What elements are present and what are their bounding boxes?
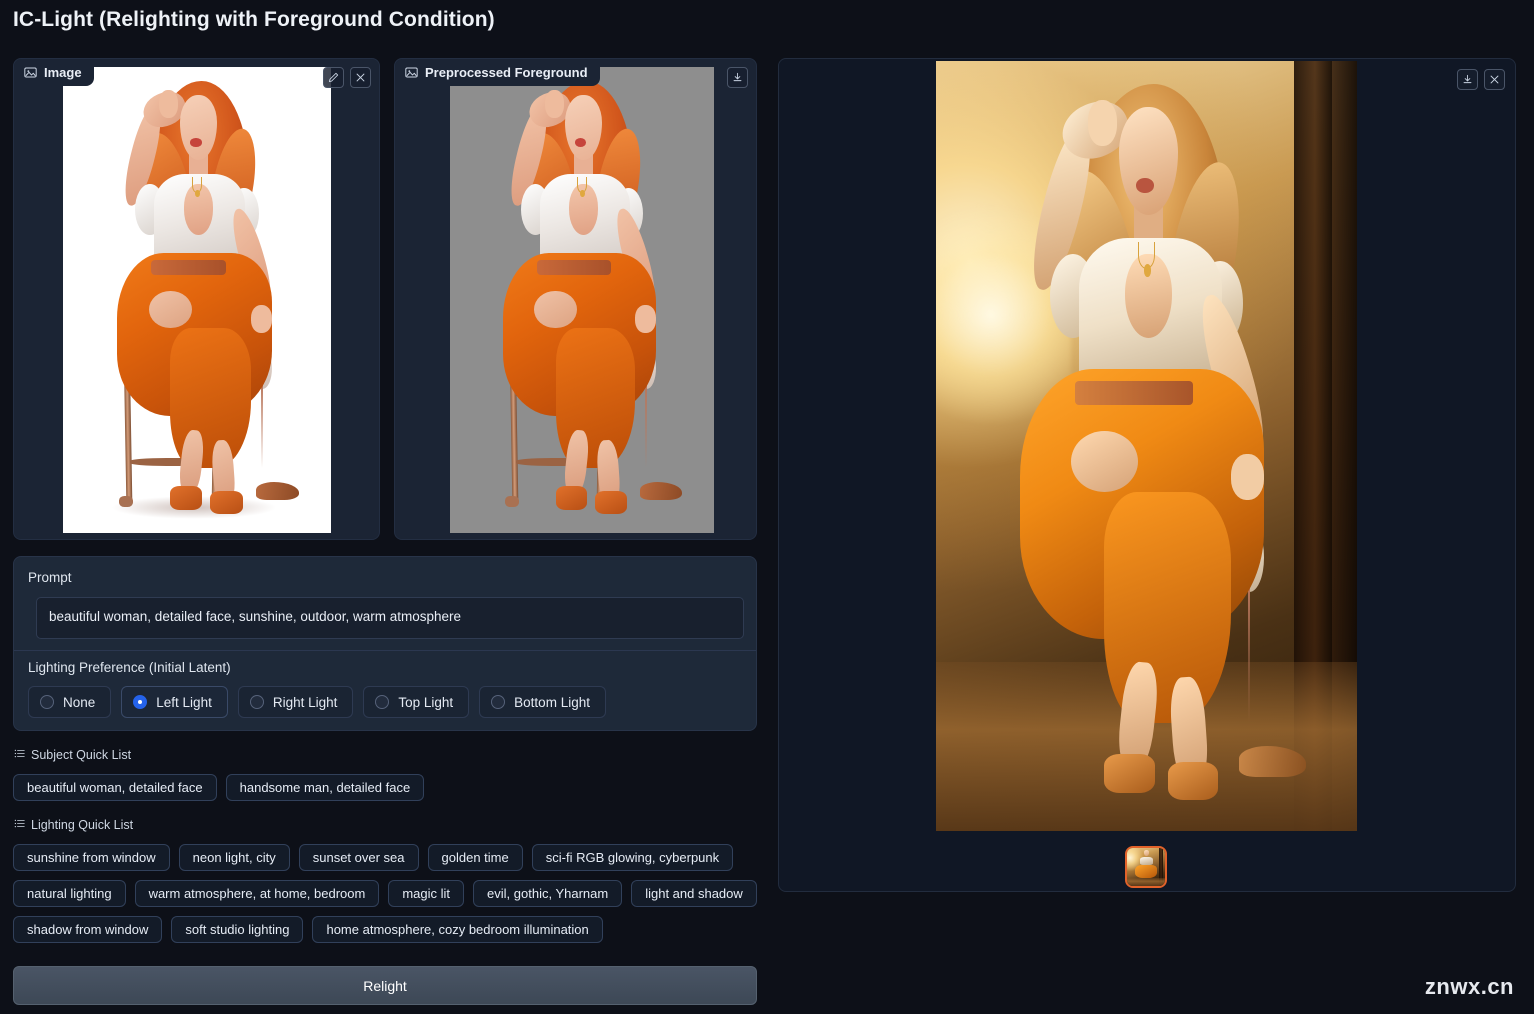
- radio-label: Bottom Light: [514, 695, 590, 710]
- radio-dot-icon: [375, 695, 389, 709]
- radio-option-right-light[interactable]: Right Light: [238, 686, 354, 718]
- radio-option-bottom-light[interactable]: Bottom Light: [479, 686, 606, 718]
- lighting-tag[interactable]: neon light, city: [179, 844, 290, 871]
- result-image[interactable]: [936, 61, 1357, 831]
- page-title: IC-Light (Relighting with Foreground Con…: [13, 8, 495, 32]
- lighting-tag[interactable]: golden time: [428, 844, 523, 871]
- list-icon: [14, 818, 25, 832]
- image-icon: [24, 66, 37, 79]
- radio-dot-icon: [491, 695, 505, 709]
- relight-button[interactable]: Relight: [13, 966, 757, 1005]
- input-artwork: [63, 67, 331, 533]
- result-gallery-panel: [778, 58, 1516, 892]
- preprocessed-foreground-label: Preprocessed Foreground: [395, 59, 600, 86]
- edit-button[interactable]: [323, 67, 344, 88]
- lighting-tag[interactable]: natural lighting: [13, 880, 126, 907]
- result-thumbnail-preview: [1127, 848, 1165, 886]
- image-icon: [405, 66, 418, 79]
- close-button[interactable]: [1484, 69, 1505, 90]
- result-toolbar: [1457, 69, 1505, 90]
- lighting-tag[interactable]: evil, gothic, Yharnam: [473, 880, 622, 907]
- preprocessed-artwork: [450, 67, 714, 533]
- preprocessed-foreground-canvas[interactable]: [450, 67, 714, 533]
- lighting-tag[interactable]: home atmosphere, cozy bedroom illuminati…: [312, 916, 602, 943]
- site-watermark: znwx.cn: [1425, 974, 1514, 1000]
- subject-tag[interactable]: handsome man, detailed face: [226, 774, 425, 801]
- radio-label: Right Light: [273, 695, 338, 710]
- preprocessed-foreground-label-text: Preprocessed Foreground: [425, 65, 588, 80]
- lighting-tag[interactable]: shadow from window: [13, 916, 162, 943]
- subject-quick-list-header: Subject Quick List: [14, 748, 131, 762]
- download-button[interactable]: [1457, 69, 1478, 90]
- input-image-label-text: Image: [44, 65, 82, 80]
- radio-label: None: [63, 695, 95, 710]
- radio-dot-icon: [133, 695, 147, 709]
- lighting-tag[interactable]: sunset over sea: [299, 844, 419, 871]
- lighting-tag[interactable]: sunshine from window: [13, 844, 170, 871]
- lighting-tag[interactable]: soft studio lighting: [171, 916, 303, 943]
- lighting-tag[interactable]: sci-fi RGB glowing, cyberpunk: [532, 844, 733, 871]
- lighting-quick-list-title: Lighting Quick List: [31, 818, 133, 832]
- preprocessed-foreground-toolbar: [727, 67, 748, 88]
- download-button[interactable]: [727, 67, 748, 88]
- settings-panel: Prompt Lighting Preference (Initial Late…: [13, 556, 757, 731]
- lighting-quick-list-header: Lighting Quick List: [14, 818, 133, 832]
- clear-button[interactable]: [350, 67, 371, 88]
- lighting-tag[interactable]: warm atmosphere, at home, bedroom: [135, 880, 380, 907]
- prompt-input[interactable]: [36, 597, 744, 639]
- radio-dot-icon: [40, 695, 54, 709]
- radio-label: Left Light: [156, 695, 212, 710]
- input-image-toolbar: [323, 67, 371, 88]
- input-image-canvas[interactable]: [63, 67, 331, 533]
- subject-tag[interactable]: beautiful woman, detailed face: [13, 774, 217, 801]
- radio-option-none[interactable]: None: [28, 686, 111, 718]
- relit-artwork: [936, 61, 1357, 831]
- subject-quick-list-tags: beautiful woman, detailed face handsome …: [13, 774, 773, 801]
- radio-option-top-light[interactable]: Top Light: [363, 686, 469, 718]
- lighting-preference-label: Lighting Preference (Initial Latent): [28, 660, 231, 675]
- result-thumbnail[interactable]: [1125, 846, 1167, 888]
- lighting-preference-radio-group: None Left Light Right Light Top Light Bo…: [28, 686, 606, 718]
- preprocessed-foreground-panel: Preprocessed Foreground: [394, 58, 757, 540]
- lighting-tag[interactable]: magic lit: [388, 880, 464, 907]
- list-icon: [14, 748, 25, 762]
- input-image-panel: Image: [13, 58, 380, 540]
- radio-label: Top Light: [398, 695, 453, 710]
- lighting-quick-list-tags: sunshine from window neon light, city su…: [13, 844, 773, 943]
- radio-option-left-light[interactable]: Left Light: [121, 686, 228, 718]
- subject-quick-list-title: Subject Quick List: [31, 748, 131, 762]
- settings-divider: [14, 650, 756, 651]
- lighting-tag[interactable]: light and shadow: [631, 880, 757, 907]
- input-image-label: Image: [14, 59, 94, 86]
- radio-dot-icon: [250, 695, 264, 709]
- prompt-label: Prompt: [28, 570, 72, 585]
